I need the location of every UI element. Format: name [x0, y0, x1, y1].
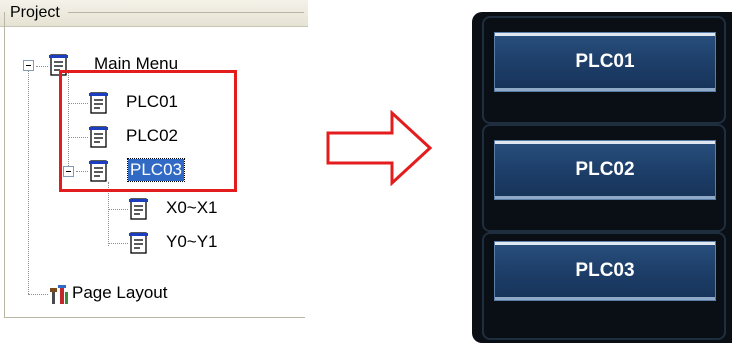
hmi-panel: PLC01 PLC02 PLC03	[472, 12, 732, 343]
project-panel: Project Main Menu PLC01 PLC02 PLC03 X0~X…	[0, 0, 308, 322]
plc02-button-label: PLC02	[575, 159, 635, 180]
tree-line-root	[28, 70, 29, 294]
highlight-box	[59, 70, 237, 192]
plc01-button-label: PLC01	[575, 51, 635, 72]
plc03-button-label: PLC03	[575, 260, 635, 281]
collapse-toggle-main-menu[interactable]	[23, 60, 34, 71]
plc03-button[interactable]: PLC03	[494, 241, 716, 301]
page-icon	[129, 232, 148, 254]
tree-connector	[108, 209, 128, 210]
right-arrow-icon	[326, 110, 432, 186]
plc01-button[interactable]: PLC01	[494, 32, 716, 92]
tree-connector	[108, 243, 128, 244]
tree-node-page-layout[interactable]: Page Layout	[48, 281, 248, 307]
tree-label-page-layout: Page Layout	[72, 283, 168, 302]
plc02-button[interactable]: PLC02	[494, 140, 716, 200]
tree-node-x0-x1[interactable]: X0~X1	[128, 196, 258, 222]
tree-label-x0-x1: X0~X1	[166, 198, 218, 217]
tools-icon	[50, 285, 68, 304]
tree-connector	[28, 294, 48, 295]
tree-label-y0-y1: Y0~Y1	[166, 232, 218, 251]
tree-node-y0-y1[interactable]: Y0~Y1	[128, 230, 258, 256]
page-icon	[129, 198, 148, 220]
tree-connector	[36, 66, 48, 67]
